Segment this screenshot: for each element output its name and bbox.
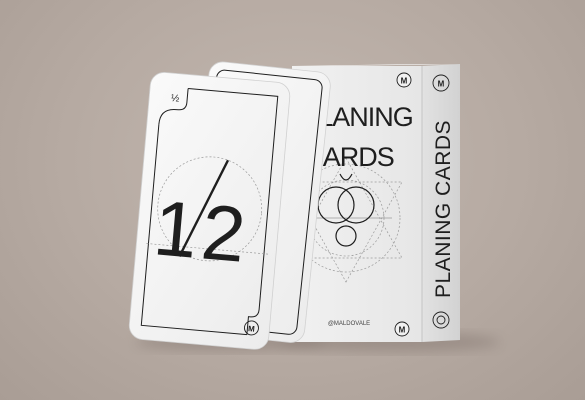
- product-mockup-scene: PLANING CARDS @MALDOVALE M M M PLANING C…: [128, 61, 500, 352]
- card-corner-value: ½: [171, 93, 181, 105]
- box-side-logo: M: [438, 80, 445, 89]
- card-value-denominator: 2: [198, 187, 249, 278]
- box-front-logo-bottom: M: [399, 326, 406, 335]
- card-corner-logo: M: [248, 324, 256, 334]
- box-side-title: PLANING CARDS: [432, 120, 455, 298]
- box-front-logo: M: [401, 77, 408, 86]
- tabletop-backdrop: PLANING CARDS @MALDOVALE M M M PLANING C…: [0, 0, 585, 400]
- box-handle: @MALDOVALE: [328, 321, 370, 327]
- front-card: 1 2 ½ M: [128, 72, 291, 350]
